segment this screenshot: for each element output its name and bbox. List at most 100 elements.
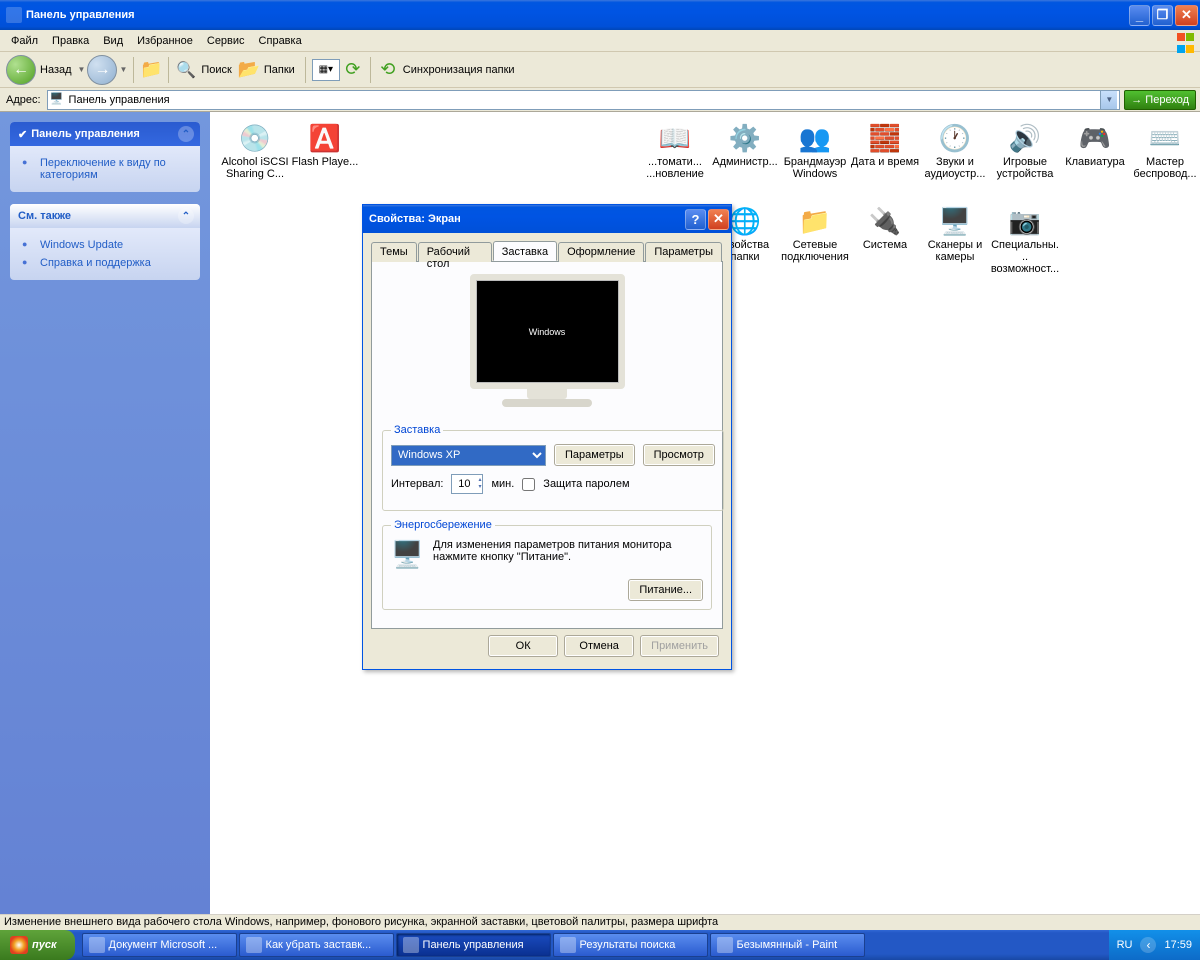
menu-edit[interactable]: Правка bbox=[45, 32, 96, 50]
screensaver-settings-button[interactable]: Параметры bbox=[554, 444, 635, 466]
control-panel-item[interactable]: 🧱 Дата и время bbox=[850, 122, 920, 197]
screensaver-group: Заставка Windows XP Параметры Просмотр И… bbox=[382, 424, 724, 511]
tab-themes[interactable]: Темы bbox=[371, 242, 417, 262]
item-icon: ⌨️ bbox=[1149, 122, 1181, 154]
task-icon bbox=[89, 937, 105, 953]
sidebar-panel-seealso-head[interactable]: См. также ⌃ bbox=[10, 204, 200, 228]
toolbar: ← Назад ▼ → ▼ 📁 🔍 Поиск 📂 Папки ▦▾ ⟳ ⟲ С… bbox=[0, 52, 1200, 88]
item-label: Дата и время bbox=[851, 156, 919, 168]
control-panel-item[interactable]: 👥Брандмауэр Windows bbox=[780, 122, 850, 197]
help-support-link[interactable]: Справка и поддержка bbox=[20, 254, 190, 272]
control-panel-item[interactable]: 🅰️Flash Playe... bbox=[290, 122, 360, 197]
tray-icon[interactable]: ‹ bbox=[1140, 937, 1156, 953]
control-panel-item[interactable]: 📷Специальны... возможност... bbox=[990, 205, 1060, 280]
password-protect-checkbox[interactable] bbox=[522, 478, 535, 491]
item-icon: 🧱 bbox=[869, 122, 901, 154]
item-label: Брандмауэр Windows bbox=[780, 156, 850, 180]
search-label[interactable]: Поиск bbox=[201, 64, 231, 76]
taskbar-button[interactable]: Панель управления bbox=[396, 933, 551, 957]
item-icon: 📁 bbox=[799, 205, 831, 237]
address-label: Адрес: bbox=[4, 94, 43, 106]
close-button[interactable]: ✕ bbox=[1175, 5, 1198, 26]
control-panel-item[interactable]: 📁Сетевые подключения bbox=[780, 205, 850, 280]
menu-favorites[interactable]: Избранное bbox=[130, 32, 200, 50]
control-panel-item[interactable]: ⚙️Администр... bbox=[710, 122, 780, 197]
tab-settings[interactable]: Параметры bbox=[645, 242, 722, 262]
sync-icon[interactable]: ⟲ bbox=[377, 59, 399, 81]
folders-icon[interactable]: 📂 bbox=[238, 59, 260, 81]
address-value: Панель управления bbox=[69, 94, 170, 106]
address-dropdown[interactable]: ▼ bbox=[1100, 91, 1117, 109]
item-icon: 🅰️ bbox=[309, 122, 341, 154]
back-button[interactable]: ← bbox=[6, 55, 36, 85]
tab-content: Windows Заставка Windows XP Параметры Пр… bbox=[371, 262, 723, 629]
address-bar: Адрес: 🖥️ Панель управления ▼ Переход bbox=[0, 88, 1200, 112]
folders-label[interactable]: Папки bbox=[264, 64, 295, 76]
chevron-up-icon[interactable]: ⌃ bbox=[178, 208, 194, 224]
refresh-icon[interactable]: ⟳ bbox=[342, 59, 364, 81]
power-group: Энергосбережение 🖥️ Для изменения параме… bbox=[382, 519, 712, 610]
screensaver-select[interactable]: Windows XP bbox=[391, 445, 546, 466]
dialog-title: Свойства: Экран bbox=[369, 213, 461, 225]
taskbar-button[interactable]: Безымянный - Paint bbox=[710, 933, 865, 957]
views-button[interactable]: ▦▾ bbox=[312, 59, 340, 81]
cancel-button[interactable]: Отмена bbox=[564, 635, 634, 657]
forward-button[interactable]: → bbox=[87, 55, 117, 85]
switch-view-link[interactable]: Переключение к виду по категориям bbox=[20, 154, 190, 184]
sync-label[interactable]: Синхронизация папки bbox=[403, 64, 515, 76]
monitor-preview: Windows bbox=[462, 274, 632, 414]
control-panel-item[interactable]: 🖥️Сканеры и камеры bbox=[920, 205, 990, 280]
menu-help[interactable]: Справка bbox=[252, 32, 309, 50]
taskbar-button[interactable]: Как убрать заставк... bbox=[239, 933, 394, 957]
interval-label: Интервал: bbox=[391, 478, 443, 490]
start-button[interactable]: пуск bbox=[0, 930, 75, 960]
item-icon: 📖 bbox=[659, 122, 691, 154]
interval-spinner[interactable]: 10 bbox=[451, 474, 483, 494]
item-icon: 🕐 bbox=[939, 122, 971, 154]
apply-button[interactable]: Применить bbox=[640, 635, 719, 657]
menu-tools[interactable]: Сервис bbox=[200, 32, 252, 50]
tab-desktop[interactable]: Рабочий стол bbox=[418, 242, 492, 262]
dialog-help-button[interactable]: ? bbox=[685, 209, 706, 230]
ok-button[interactable]: ОК bbox=[488, 635, 558, 657]
dialog-close-button[interactable]: ✕ bbox=[708, 209, 729, 230]
taskbar-button[interactable]: Документ Microsoft ... bbox=[82, 933, 237, 957]
tab-screensaver[interactable]: Заставка bbox=[493, 241, 557, 261]
address-field[interactable]: 🖥️ Панель управления ▼ bbox=[47, 90, 1121, 110]
display-properties-dialog: Свойства: Экран ? ✕ Темы Рабочий стол За… bbox=[362, 204, 732, 670]
taskbar: пуск Документ Microsoft ... Как убрать за… bbox=[0, 930, 1200, 960]
search-icon[interactable]: 🔍 bbox=[175, 59, 197, 81]
task-icon bbox=[717, 937, 733, 953]
control-panel-item[interactable]: 📖...томати... ...новление bbox=[640, 122, 710, 197]
control-panel-item[interactable]: ⌨️Мастер беспровод... bbox=[1130, 122, 1200, 197]
maximize-button[interactable]: ❐ bbox=[1152, 5, 1173, 26]
menu-file[interactable]: Файл bbox=[4, 32, 45, 50]
task-label: Панель управления bbox=[423, 939, 524, 951]
taskbar-button[interactable]: Результаты поиска bbox=[553, 933, 708, 957]
minimize-button[interactable]: _ bbox=[1129, 5, 1150, 26]
control-panel-item[interactable]: 🔌Система bbox=[850, 205, 920, 280]
up-button[interactable]: 📁 bbox=[140, 59, 162, 81]
item-label: Клавиатура bbox=[1065, 156, 1125, 168]
tray-clock[interactable]: 17:59 bbox=[1164, 939, 1192, 951]
control-panel-item[interactable]: 🔊Игровые устройства bbox=[990, 122, 1060, 197]
task-label: Как убрать заставк... bbox=[266, 939, 372, 951]
tab-appearance[interactable]: Оформление bbox=[558, 242, 644, 262]
item-icon: 🎮 bbox=[1079, 122, 1111, 154]
chevron-up-icon[interactable]: ⌃ bbox=[178, 126, 194, 142]
dialog-tabstrip: Темы Рабочий стол Заставка Оформление Па… bbox=[371, 241, 723, 262]
item-icon: 🖥️ bbox=[939, 205, 971, 237]
control-panel-item[interactable]: 🕐Звуки и аудиоустр... bbox=[920, 122, 990, 197]
control-panel-item[interactable]: 🎮 Клавиатура bbox=[1060, 122, 1130, 197]
windows-flag-icon bbox=[1176, 32, 1196, 50]
task-icon bbox=[560, 937, 576, 953]
screensaver-preview-button[interactable]: Просмотр bbox=[643, 444, 715, 466]
windows-update-link[interactable]: Windows Update bbox=[20, 236, 190, 254]
tray-language[interactable]: RU bbox=[1117, 939, 1133, 951]
menu-view[interactable]: Вид bbox=[96, 32, 130, 50]
interval-unit: мин. bbox=[491, 478, 514, 490]
go-button[interactable]: Переход bbox=[1124, 90, 1196, 110]
power-button[interactable]: Питание... bbox=[628, 579, 703, 601]
sidebar-panel-control-head[interactable]: ✔Панель управления ⌃ bbox=[10, 122, 200, 146]
control-panel-item[interactable]: 💿Alcohol iSCSI Sharing C... bbox=[220, 122, 290, 197]
